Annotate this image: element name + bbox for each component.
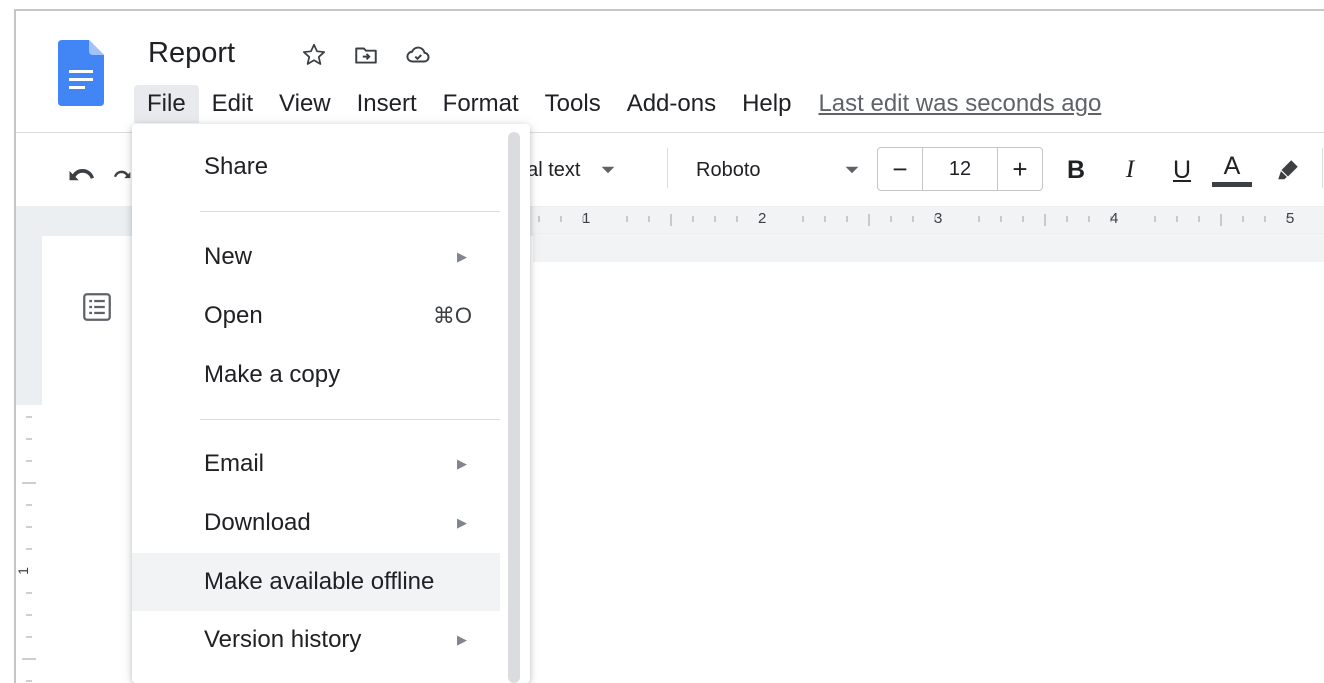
menu-tools[interactable]: Tools (532, 85, 614, 123)
italic-button[interactable]: I (1110, 150, 1150, 190)
menu-item-label: Make a copy (204, 361, 341, 388)
menu-item-new[interactable]: New ▶ (132, 228, 500, 286)
menu-scrollbar[interactable] (508, 132, 520, 683)
underline-button[interactable]: U (1162, 150, 1202, 190)
paragraph-style-dropdown[interactable]: nal text (516, 150, 616, 190)
redo-icon[interactable] (112, 154, 132, 194)
submenu-arrow-icon: ▶ (457, 515, 467, 530)
menu-item-open[interactable]: Open ⌘O (132, 287, 500, 345)
submenu-arrow-icon: ▶ (457, 249, 467, 264)
move-to-folder-icon[interactable] (350, 39, 382, 71)
chevron-down-icon (602, 166, 615, 174)
ruler-margin-strip (533, 234, 1324, 262)
submenu-arrow-icon: ▶ (457, 632, 467, 647)
highlight-color-icon[interactable] (1268, 150, 1308, 190)
menu-help[interactable]: Help (729, 85, 804, 123)
ruler-ticks (538, 214, 1288, 226)
docs-logo-icon[interactable] (58, 40, 104, 106)
submenu-arrow-icon: ▶ (457, 456, 467, 471)
font-family-label: Roboto (696, 158, 761, 181)
ruler-number: 3 (934, 210, 943, 227)
text-color-button[interactable]: A (1212, 148, 1252, 190)
menu-item-label: Version history (204, 626, 362, 653)
ruler-number: 5 (1286, 210, 1295, 227)
increase-font-size-button[interactable]: + (998, 148, 1042, 190)
font-size-control: − 12 + (877, 147, 1043, 191)
menu-item-email[interactable]: Email ▶ (132, 435, 500, 493)
file-menu-dropdown: Share New ▶ Open ⌘O Make a copy Email ▶ … (132, 124, 530, 683)
toolbar-divider (1322, 148, 1323, 188)
cloud-saved-icon[interactable] (402, 39, 434, 71)
ruler-number: 4 (1110, 210, 1119, 227)
menu-item-share[interactable]: Share (132, 138, 500, 196)
toolbar-divider (667, 148, 668, 188)
decrease-font-size-button[interactable]: − (878, 148, 922, 190)
font-size-input[interactable]: 12 (922, 148, 998, 190)
menu-file[interactable]: File (134, 85, 199, 123)
menu-format[interactable]: Format (430, 85, 532, 123)
star-icon[interactable] (298, 39, 330, 71)
menu-divider (200, 211, 500, 212)
menu-item-label: Share (204, 153, 269, 180)
menu-item-label: New (204, 243, 253, 270)
header: Report File Edit View Insert Format Tool… (16, 11, 1324, 133)
ruler-number: 2 (758, 210, 767, 227)
title-icons (298, 39, 434, 71)
bold-button[interactable]: B (1056, 150, 1096, 190)
menubar: File Edit View Insert Format Tools Add-o… (134, 85, 1101, 123)
menu-edit[interactable]: Edit (199, 85, 266, 123)
menu-item-make-available-offline[interactable]: Make available offline (132, 553, 500, 611)
menu-item-download[interactable]: Download ▶ (132, 494, 500, 552)
menu-item-label: Email (204, 450, 265, 477)
text-color-label: A (1223, 151, 1241, 180)
undo-icon[interactable] (62, 154, 102, 194)
menu-item-make-a-copy[interactable]: Make a copy (132, 346, 500, 404)
vertical-ruler-margin (16, 233, 42, 405)
menu-divider (200, 419, 500, 420)
document-title[interactable]: Report (148, 37, 235, 70)
ruler-number: 1 (582, 210, 591, 227)
last-edit-link[interactable]: Last edit was seconds ago (818, 90, 1101, 118)
vertical-ruler[interactable]: 1 (16, 405, 42, 683)
shortcut-label: ⌘O (432, 303, 472, 328)
menu-add-ons[interactable]: Add-ons (614, 85, 729, 123)
menu-view[interactable]: View (266, 85, 344, 123)
menu-item-label: Open (204, 302, 263, 329)
chevron-down-icon (845, 166, 859, 174)
vertical-ruler-number: 1 (16, 567, 31, 575)
menu-insert[interactable]: Insert (344, 85, 430, 123)
menu-item-label: Make available offline (204, 568, 435, 595)
text-color-swatch (1212, 181, 1252, 187)
document-outline-icon[interactable] (80, 290, 114, 324)
menu-item-version-history[interactable]: Version history ▶ (132, 611, 500, 669)
font-family-dropdown[interactable]: Roboto (696, 150, 866, 190)
menu-item-label: Download (204, 509, 311, 536)
vertical-ruler-ticks: 1 (16, 416, 36, 682)
